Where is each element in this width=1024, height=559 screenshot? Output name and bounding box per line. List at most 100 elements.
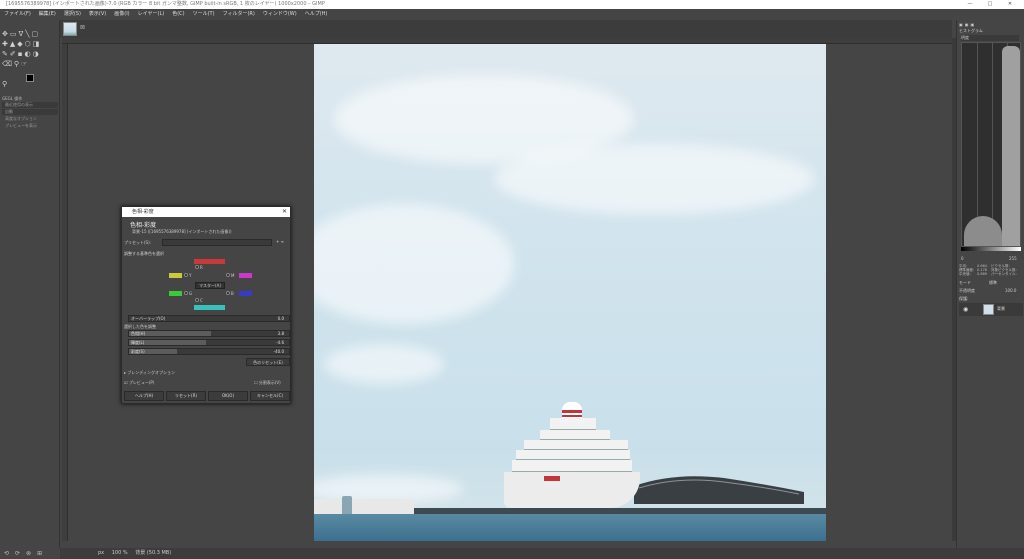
menu-filters[interactable]: フィルター(R) xyxy=(219,11,259,17)
preset-select[interactable] xyxy=(162,239,272,246)
radio-magenta[interactable] xyxy=(226,273,230,277)
radio-blue[interactable] xyxy=(226,291,230,295)
blending-options-expander[interactable]: ▸ ブレンディングオプション xyxy=(124,370,175,376)
menu-layer[interactable]: レイヤー(L) xyxy=(134,11,169,17)
red-swatch[interactable] xyxy=(194,259,225,264)
split-view-checkbox[interactable]: ☐ 分割表示(V) xyxy=(254,380,281,386)
master-button[interactable]: マスター(A) xyxy=(195,282,225,289)
menu-help[interactable]: ヘルプ(H) xyxy=(301,11,332,17)
radio-green[interactable] xyxy=(184,291,188,295)
menu-select[interactable]: 選択(S) xyxy=(60,11,85,17)
preset-label: プリセット(S): xyxy=(124,240,152,245)
terminal-building xyxy=(634,474,804,504)
histogram-gradient xyxy=(961,247,1021,251)
dialog-heading: 色相-彩度 xyxy=(130,222,157,229)
radio-cyan[interactable] xyxy=(195,298,199,302)
cancel-button[interactable]: キャンセル(C) xyxy=(250,391,290,401)
preview-checkbox[interactable]: ☑ プレビュー(P) xyxy=(124,380,154,386)
radio-yellow[interactable] xyxy=(184,273,188,277)
radio-c-label: C xyxy=(200,298,203,303)
yellow-swatch[interactable] xyxy=(169,273,182,278)
close-window-button[interactable]: ✕ xyxy=(1000,0,1020,9)
mode-select[interactable]: 標準 xyxy=(989,280,997,286)
sea xyxy=(314,514,826,541)
menu-edit[interactable]: 編集(E) xyxy=(35,11,60,17)
mode-label: モード xyxy=(959,280,971,285)
layer-row[interactable]: ◉ 背景 xyxy=(959,303,1023,316)
unit-select[interactable]: px xyxy=(98,550,104,556)
range-high[interactable]: 255 xyxy=(1009,256,1017,261)
lock-label: 保護: xyxy=(959,296,969,301)
eye-icon[interactable]: ◉ xyxy=(963,306,968,313)
radio-y-label: Y xyxy=(189,273,192,278)
image-tabs: ⊠ xyxy=(60,20,952,38)
tool-row-4[interactable]: ⌫⚲☞ xyxy=(2,60,29,68)
tool-option-preview[interactable]: プレビューを表示 xyxy=(2,123,58,129)
menu-image[interactable]: 画像(I) xyxy=(110,11,133,17)
overlap-label: オーバーラップ(O) xyxy=(131,316,166,321)
menu-bar: ファイル(F) 編集(E) 選択(S) 表示(V) 画像(I) レイヤー(L) 色(C) ツー… xyxy=(0,9,1024,20)
layer-name: 背景 xyxy=(997,306,1005,311)
menu-view[interactable]: 表示(V) xyxy=(85,11,110,17)
lightness-value[interactable]: -4.6 xyxy=(276,340,284,346)
saturation-label: 彩度(S) xyxy=(131,349,145,354)
tool-row-1[interactable]: ✥▭ᐁ╲▢ xyxy=(2,30,40,38)
toolbox-bottom-icons[interactable]: ⟲⟳⊗⊞ xyxy=(0,548,60,559)
menu-windows[interactable]: ウィンドウ(W) xyxy=(259,11,301,17)
range-low[interactable]: 0 xyxy=(961,256,964,261)
stats-labels-right: ピクセル数: 対象ピクセル数: パーセンタイル: xyxy=(991,264,1017,276)
cyan-swatch[interactable] xyxy=(194,305,225,310)
saturation-value[interactable]: -40.0 xyxy=(274,349,284,355)
help-button[interactable]: ヘルプ(H) xyxy=(124,391,164,401)
minimize-button[interactable]: — xyxy=(960,0,980,9)
zoom-select[interactable]: 100 % xyxy=(112,550,128,556)
lightness-label: 輝度(L) xyxy=(131,340,145,345)
reset-color-button[interactable]: 色のリセット(E) xyxy=(246,358,290,366)
close-icon[interactable]: ✕ xyxy=(282,207,287,217)
overlap-value[interactable]: 0.0 xyxy=(278,316,284,322)
toolbox: ✥▭ᐁ╲▢ ✚▲◆⬡◨ ✎✐▪◐◑ ⌫⚲☞ ⚲ GEGL 操作 最近使用の表示 … xyxy=(0,20,60,548)
radio-r-label: R xyxy=(200,265,203,270)
foreground-color-swatch[interactable] xyxy=(26,74,34,82)
window-titlebar: [1695576389978] (インポートされた画像)-7.0 (RGB カラ… xyxy=(0,0,1024,9)
menu-tools[interactable]: ツール(T) xyxy=(189,11,219,17)
dock-tab-icons[interactable]: ▣▣▣ xyxy=(959,22,976,27)
menu-colors[interactable]: 色(C) xyxy=(168,11,188,17)
hue-value[interactable]: 3.8 xyxy=(278,331,284,337)
blue-swatch[interactable] xyxy=(239,291,252,296)
opacity-label: 不透明度 xyxy=(959,288,975,293)
image-canvas[interactable] xyxy=(314,44,826,541)
tool-option-advanced[interactable]: 高度なオプション xyxy=(2,116,58,122)
statusbar: px 100 % 背景 (50.3 MB) xyxy=(60,548,1024,559)
cruise-ship xyxy=(504,402,640,508)
histogram-channel-select[interactable]: 明度 xyxy=(961,35,1019,41)
radio-b-label: B xyxy=(231,291,234,296)
tool-option-recent[interactable]: 最近使用の表示 xyxy=(2,102,58,108)
radio-red[interactable] xyxy=(195,265,199,269)
layer-thumbnail xyxy=(983,304,994,315)
radio-g-label: G xyxy=(189,291,193,296)
zoom-tool-icon[interactable]: ⚲ xyxy=(2,80,9,88)
menu-file[interactable]: ファイル(F) xyxy=(0,11,35,17)
tool-option-auto[interactable]: 自動 xyxy=(2,109,58,115)
image-tab-thumbnail[interactable] xyxy=(63,22,77,36)
magenta-swatch[interactable] xyxy=(239,273,252,278)
histogram-title: ヒストグラム xyxy=(959,28,983,33)
saturation-slider[interactable]: 彩度(S) -40.0 xyxy=(128,348,290,355)
maximize-button[interactable]: □ xyxy=(980,0,1000,9)
overlap-slider[interactable]: オーバーラップ(O) 0.0 xyxy=(128,315,290,322)
tool-row-3[interactable]: ✎✐▪◐◑ xyxy=(2,50,41,58)
hue-label: 色相(H) xyxy=(131,331,146,336)
opacity-value[interactable]: 100.0 xyxy=(1005,288,1016,293)
green-swatch[interactable] xyxy=(169,291,182,296)
ok-button[interactable]: OK(O) xyxy=(208,391,248,401)
right-dock: ▣▣▣ ヒストグラム 明度 0 255 平均: 標準偏差: 中央値: 0.664 0.… xyxy=(956,20,1024,559)
add-preset-icon[interactable]: + ≡ xyxy=(276,239,284,244)
dialog-titlebar: 色相-彩度 xyxy=(122,207,290,217)
stats-labels-left: 平均: 標準偏差: 中央値: xyxy=(959,264,975,276)
tool-row-2[interactable]: ✚▲◆⬡◨ xyxy=(2,40,41,48)
reset-button[interactable]: リセット(R) xyxy=(166,391,206,401)
hue-slider[interactable]: 色相(H) 3.8 xyxy=(128,330,290,337)
close-icon[interactable]: ⊠ xyxy=(80,24,85,31)
lightness-slider[interactable]: 輝度(L) -4.6 xyxy=(128,339,290,346)
